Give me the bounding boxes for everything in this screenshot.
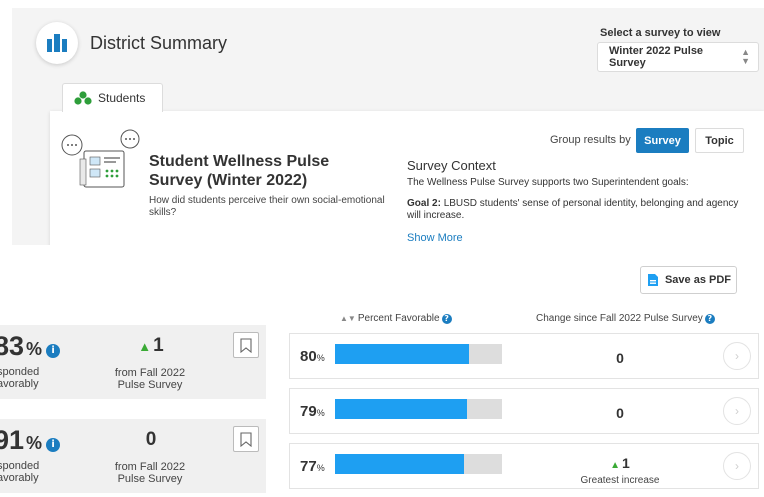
info-icon[interactable]: i bbox=[46, 437, 61, 452]
percent-sign: % bbox=[26, 339, 43, 359]
summary-change-value: 1 bbox=[153, 335, 164, 356]
responded-favorably-label: sponded avorably bbox=[0, 460, 57, 484]
change-since-label: Change since Fall 2022 Pulse Survey bbox=[536, 313, 703, 324]
responded-text: sponded bbox=[0, 366, 40, 378]
survey-select[interactable]: Winter 2022 Pulse Survey ▲ ▼ bbox=[597, 42, 759, 72]
sort-icon: ▲▼ bbox=[340, 314, 356, 323]
result-change: ▲ 1 bbox=[540, 455, 700, 471]
bookmark-icon bbox=[240, 337, 252, 353]
percent-favorable-header[interactable]: ▲▼ Percent Favorable ? bbox=[340, 313, 452, 324]
increase-arrow-icon: ▲ bbox=[610, 460, 621, 471]
percent-favorable-label: Percent Favorable bbox=[357, 313, 440, 324]
show-more-link[interactable]: Show More bbox=[407, 232, 463, 244]
favorably-text: avorably bbox=[0, 378, 39, 390]
survey-card: Student Wellness Pulse Survey (Winter 20… bbox=[50, 111, 764, 245]
favorable-bar-fill bbox=[335, 344, 469, 364]
row-expand-button[interactable]: › bbox=[723, 397, 751, 425]
survey-subtitle: How did students perceive their own soci… bbox=[149, 195, 385, 218]
increase-arrow-icon: ▲ bbox=[138, 339, 152, 354]
summary-percent-value: 83 bbox=[0, 331, 25, 361]
summary-percent: 83 % i bbox=[0, 331, 61, 362]
info-icon[interactable]: i bbox=[46, 343, 61, 358]
responded-text: sponded bbox=[0, 460, 40, 472]
goal-text: LBUSD students' sense of personal identi… bbox=[407, 198, 739, 221]
result-value: 80% bbox=[300, 348, 325, 365]
pdf-file-icon bbox=[647, 274, 658, 286]
summary-change: ▲ 1 bbox=[111, 335, 191, 357]
chevron-right-icon: › bbox=[735, 404, 739, 418]
chevron-right-icon: › bbox=[735, 349, 739, 363]
percent-sign: % bbox=[26, 433, 43, 453]
survey-title: Student Wellness Pulse Survey (Winter 20… bbox=[149, 153, 330, 189]
from-line-2: Pulse Survey bbox=[117, 473, 183, 485]
save-as-pdf-label: Save as PDF bbox=[664, 274, 732, 286]
favorable-bar-track bbox=[335, 454, 502, 474]
district-summary-panel: District Summary Select a survey to view… bbox=[12, 8, 764, 245]
change-from-label: from Fall 2022 Pulse Survey bbox=[100, 367, 200, 391]
row-expand-button[interactable]: › bbox=[723, 452, 751, 480]
result-value-number: 79 bbox=[300, 403, 317, 420]
bookmark-button[interactable] bbox=[233, 332, 259, 358]
info-icon[interactable]: ? bbox=[441, 313, 452, 324]
result-value-number: 80 bbox=[300, 348, 317, 365]
result-change-value: 0 bbox=[616, 350, 624, 366]
result-value: 77% bbox=[300, 458, 325, 475]
from-line-1: from Fall 2022 bbox=[114, 461, 186, 473]
survey-select-value: Winter 2022 Pulse Survey bbox=[609, 45, 704, 69]
result-change-note: Greatest increase bbox=[580, 475, 660, 486]
result-change: 0 bbox=[540, 405, 700, 421]
survey-select-label: Select a survey to view bbox=[600, 27, 721, 39]
tab-students[interactable]: Students bbox=[62, 83, 163, 112]
bookmark-icon bbox=[240, 431, 252, 447]
summary-percent-value: 91 bbox=[0, 425, 25, 455]
group-by-topic-button[interactable]: Topic bbox=[695, 128, 744, 153]
change-from-label: from Fall 2022 Pulse Survey bbox=[100, 461, 200, 485]
info-icon[interactable]: ? bbox=[704, 313, 715, 324]
result-row[interactable]: 77% ▲ 1 Greatest increase › bbox=[289, 443, 759, 489]
responded-favorably-label: sponded avorably bbox=[0, 366, 57, 390]
row-expand-button[interactable]: › bbox=[723, 342, 751, 370]
summary-change: 0 bbox=[111, 429, 191, 451]
survey-context-goal: Goal 2: LBUSD students' sense of persona… bbox=[407, 198, 743, 222]
from-line-2: Pulse Survey bbox=[117, 379, 183, 391]
favorably-text: avorably bbox=[0, 472, 39, 484]
result-change-value: 0 bbox=[616, 405, 624, 421]
change-since-header: Change since Fall 2022 Pulse Survey ? bbox=[536, 313, 715, 324]
result-value-number: 77 bbox=[300, 458, 317, 475]
result-row[interactable]: 80% 0 › bbox=[289, 333, 759, 379]
favorable-bar-fill bbox=[335, 454, 464, 474]
result-change: 0 bbox=[540, 350, 700, 366]
tab-students-label: Students bbox=[98, 91, 146, 105]
chevron-right-icon: › bbox=[735, 459, 739, 473]
favorable-bar-track bbox=[335, 399, 502, 419]
save-as-pdf-button[interactable]: Save as PDF bbox=[640, 266, 737, 294]
favorable-bar-fill bbox=[335, 399, 467, 419]
summary-change-value: 0 bbox=[145, 429, 157, 450]
group-by-survey-button[interactable]: Survey bbox=[636, 128, 689, 153]
result-unit: % bbox=[316, 408, 325, 418]
select-arrows-icon: ▲ ▼ bbox=[741, 47, 750, 66]
summary-card: 83 % i sponded avorably ▲ 1 from Fall 202… bbox=[0, 325, 266, 399]
survey-illustration-icon bbox=[60, 129, 146, 196]
result-change-value: 1 bbox=[622, 455, 630, 471]
group-results-label: Group results by bbox=[550, 134, 631, 146]
summary-card: 91 % i sponded avorably 0 from Fall 2022… bbox=[0, 419, 266, 493]
result-value: 79% bbox=[300, 403, 325, 420]
page-title: District Summary bbox=[90, 33, 228, 53]
from-line-1: from Fall 2022 bbox=[114, 367, 186, 379]
district-building-icon bbox=[36, 22, 78, 64]
goal-label: Goal 2: bbox=[407, 198, 441, 209]
summary-percent: 91 % i bbox=[0, 425, 61, 456]
favorable-bar-track bbox=[335, 344, 502, 364]
survey-context-text: The Wellness Pulse Survey supports two S… bbox=[407, 177, 689, 188]
result-row[interactable]: 79% 0 › bbox=[289, 388, 759, 434]
result-unit: % bbox=[316, 463, 325, 473]
students-group-icon bbox=[74, 91, 92, 105]
bookmark-button[interactable] bbox=[233, 426, 259, 452]
result-unit: % bbox=[316, 353, 325, 363]
survey-context-title: Survey Context bbox=[407, 158, 496, 173]
